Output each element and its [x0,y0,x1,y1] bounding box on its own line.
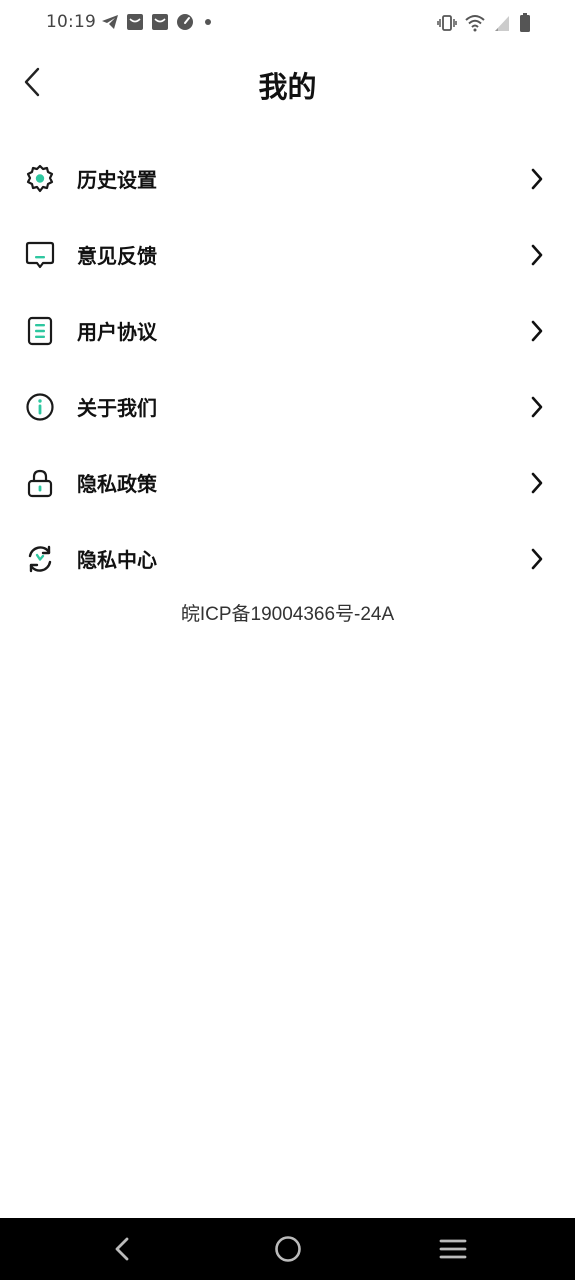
menu-item-user-agreement[interactable]: 用户协议 [0,293,575,369]
nav-home-button[interactable] [270,1231,306,1267]
nav-home-icon [275,1236,301,1262]
page-title: 我的 [258,70,317,104]
menu-item-label: 隐私政策 [77,472,157,496]
menu-item-feedback[interactable]: 意见反馈 [0,217,575,293]
document-icon [24,315,56,347]
nav-back-button[interactable] [104,1231,140,1267]
nav-back-icon [115,1237,129,1261]
menu-item-privacy-policy[interactable]: 隐私政策 [0,445,575,521]
wifi-icon [465,14,485,36]
chevron-right-icon [531,472,543,494]
menu-item-label: 用户协议 [77,320,157,344]
dot-icon [201,13,215,35]
menu-list: 历史设置 意见反馈 用户协议 关于我们 隐私政策 隐私中心 [0,141,575,597]
menu-item-label: 意见反馈 [77,244,157,268]
status-bar: 10:19 [0,0,575,46]
notification-icons [101,13,215,35]
sync-icon [24,543,56,575]
mail-icon [151,13,169,35]
speedometer-icon [176,13,194,35]
telegram-icon [101,13,119,35]
chevron-right-icon [531,396,543,418]
chevron-right-icon [531,548,543,570]
screen: 10:19 我的 历史设置 意见反馈 用户协议 关于我们 隐私政策 隐私中心 皖… [0,0,575,1280]
info-icon [24,391,56,423]
menu-item-about-us[interactable]: 关于我们 [0,369,575,445]
menu-item-label: 隐私中心 [77,548,157,572]
lock-icon [24,467,56,499]
icp-license-link[interactable]: 皖ICP备19004366号-24A [0,599,575,626]
navigation-bar [0,1218,575,1280]
nav-menu-icon [439,1239,467,1259]
feedback-icon [24,239,56,271]
status-time: 10:19 [46,12,96,32]
vibrate-icon [437,14,457,36]
menu-item-label: 关于我们 [77,396,157,420]
menu-item-label: 历史设置 [77,168,157,192]
battery-icon [519,13,531,37]
chevron-right-icon [531,168,543,190]
menu-item-privacy-center[interactable]: 隐私中心 [0,521,575,597]
chevron-right-icon [531,320,543,342]
mail-icon [126,13,144,35]
nav-menu-button[interactable] [435,1231,471,1267]
gear-icon [24,163,56,195]
system-icons [437,13,531,37]
chevron-right-icon [531,244,543,266]
header: 我的 [0,46,575,118]
signal-icon [493,14,511,36]
menu-item-history-settings[interactable]: 历史设置 [0,141,575,217]
